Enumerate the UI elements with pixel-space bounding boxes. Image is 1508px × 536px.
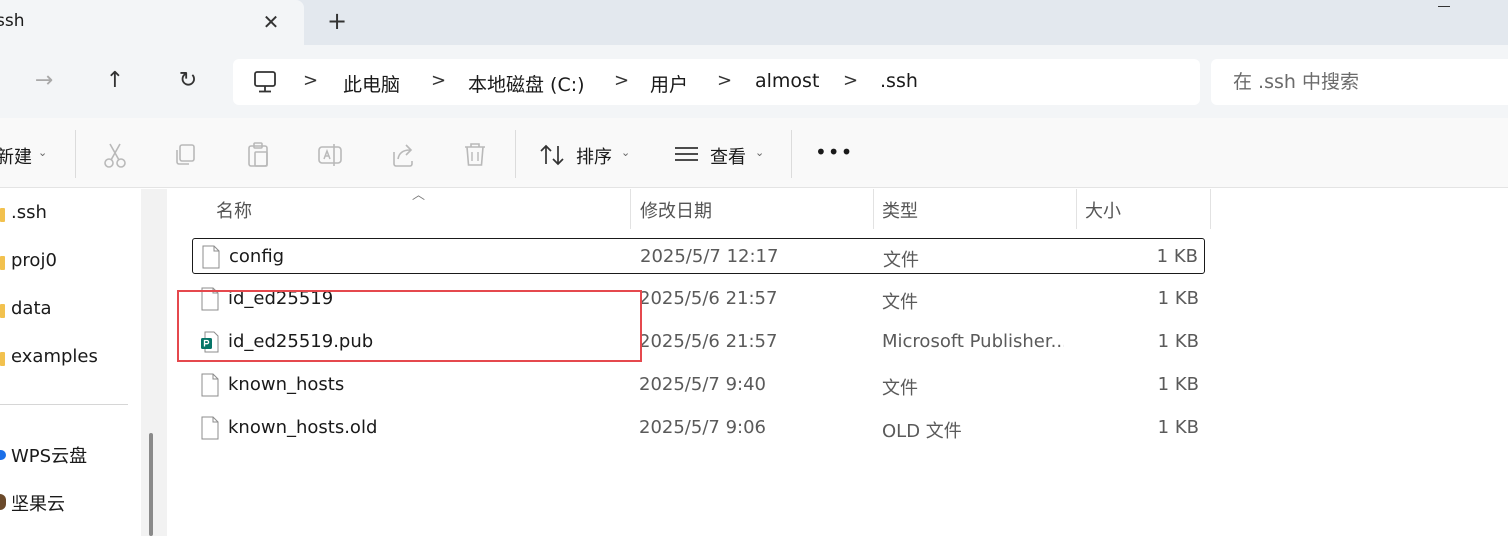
sidebar-scrollbar[interactable] [141, 189, 167, 536]
view-button[interactable]: 查看 [710, 143, 746, 169]
sidebar-item-label: examples [11, 346, 98, 367]
column-divider[interactable] [630, 189, 631, 229]
breadcrumb-local-disk[interactable]: 本地磁盘 (C:) [468, 70, 585, 97]
breadcrumb-chevron-icon[interactable]: > [843, 70, 858, 91]
file-name: known_hosts.old [228, 417, 378, 438]
folder-icon [0, 304, 5, 318]
sidebar-item-label: proj0 [11, 250, 57, 271]
breadcrumb-chevron-icon[interactable]: > [431, 70, 446, 91]
file-date: 2025/5/7 9:40 [639, 374, 766, 395]
column-divider[interactable] [1210, 189, 1211, 229]
file-type: OLD 文件 [882, 421, 962, 442]
up-button[interactable]: ↑ [95, 61, 135, 101]
delete-icon[interactable] [458, 138, 492, 172]
breadcrumb-chevron-icon[interactable]: > [614, 70, 629, 91]
new-button[interactable]: 新建 [0, 143, 32, 169]
view-chevron-down-icon[interactable]: ⌄ [755, 146, 764, 159]
sort-ascending-icon: ︿ [412, 188, 426, 203]
toolbar-divider [75, 130, 76, 178]
file-type: 文件 [882, 378, 918, 399]
file-name: config [229, 246, 285, 267]
file-row-known-hosts-old[interactable]: known_hosts.old 2025/5/7 9:06 OLD 文件 1 K… [192, 410, 1205, 446]
tab-close-icon[interactable]: ✕ [256, 8, 286, 36]
breadcrumb-users[interactable]: 用户 [650, 70, 688, 97]
file-icon [202, 245, 220, 269]
file-size: 1 KB [1157, 374, 1199, 395]
file-type: 文件 [882, 292, 918, 313]
paste-icon[interactable] [241, 138, 275, 172]
file-type: Microsoft Publisher... [882, 331, 1064, 352]
refresh-button[interactable]: ↻ [168, 61, 208, 101]
sort-button[interactable]: 排序 [576, 143, 612, 169]
tab-title: ssh [0, 11, 25, 31]
column-header-date[interactable]: 修改日期 [640, 197, 712, 223]
folder-icon [0, 208, 5, 222]
sidebar-item-label: data [11, 298, 52, 319]
more-options-icon[interactable]: ••• [815, 140, 853, 164]
breadcrumb-almost[interactable]: almost [755, 70, 819, 92]
forward-button[interactable]: → [24, 61, 64, 101]
file-date: 2025/5/7 12:17 [640, 246, 779, 267]
file-size: 1 KB [1157, 288, 1199, 309]
minimize-window-button[interactable] [1432, 0, 1456, 14]
view-icon[interactable] [670, 138, 704, 172]
file-row-known-hosts[interactable]: known_hosts 2025/5/7 9:40 文件 1 KB [192, 367, 1205, 403]
file-icon [201, 416, 219, 440]
file-size: 1 KB [1157, 331, 1199, 352]
file-date: 2025/5/7 9:06 [639, 417, 766, 438]
copy-icon[interactable] [169, 138, 203, 172]
column-header-type[interactable]: 类型 [882, 197, 918, 223]
column-header-size[interactable]: 大小 [1085, 197, 1121, 223]
new-tab-button[interactable]: + [322, 8, 352, 36]
column-divider[interactable] [873, 189, 874, 229]
folder-icon [0, 256, 5, 270]
file-size: 1 KB [1156, 246, 1198, 267]
file-name: known_hosts [228, 374, 345, 395]
file-size: 1 KB [1157, 417, 1199, 438]
search-input[interactable] [1233, 70, 1493, 94]
command-toolbar [0, 118, 1508, 188]
sidebar-item-label: 坚果云 [11, 494, 65, 515]
file-row-config[interactable]: config 2025/5/7 12:17 文件 1 KB [192, 238, 1205, 274]
breadcrumb-chevron-icon[interactable]: > [717, 70, 732, 91]
share-icon[interactable] [386, 138, 420, 172]
sort-chevron-down-icon[interactable]: ⌄ [621, 146, 630, 159]
toolbar-divider [515, 130, 516, 178]
breadcrumb-ssh[interactable]: .ssh [880, 70, 918, 92]
annotation-highlight-box [177, 290, 642, 362]
file-date: 2025/5/6 21:57 [639, 331, 778, 352]
sidebar-item-label: WPS云盘 [11, 446, 88, 467]
file-icon [201, 373, 219, 397]
column-header-name[interactable]: 名称 [216, 197, 252, 223]
file-type: 文件 [883, 250, 919, 271]
column-divider[interactable] [1076, 189, 1077, 229]
file-date: 2025/5/6 21:57 [639, 288, 778, 309]
toolbar-divider [791, 130, 792, 178]
new-chevron-down-icon[interactable]: ⌄ [38, 146, 47, 159]
sort-icon[interactable] [536, 138, 570, 172]
rename-icon[interactable] [313, 138, 347, 172]
breadcrumb-this-pc[interactable]: 此电脑 [343, 70, 400, 97]
breadcrumb-chevron-icon[interactable]: > [303, 70, 318, 91]
search-box[interactable] [1211, 59, 1508, 105]
sidebar-divider [0, 404, 128, 405]
cut-icon[interactable] [98, 138, 132, 172]
folder-icon [0, 352, 5, 366]
sidebar-scrollbar-thumb[interactable] [149, 433, 153, 536]
this-pc-icon[interactable] [253, 69, 277, 95]
sidebar-item-label: .ssh [11, 202, 47, 223]
